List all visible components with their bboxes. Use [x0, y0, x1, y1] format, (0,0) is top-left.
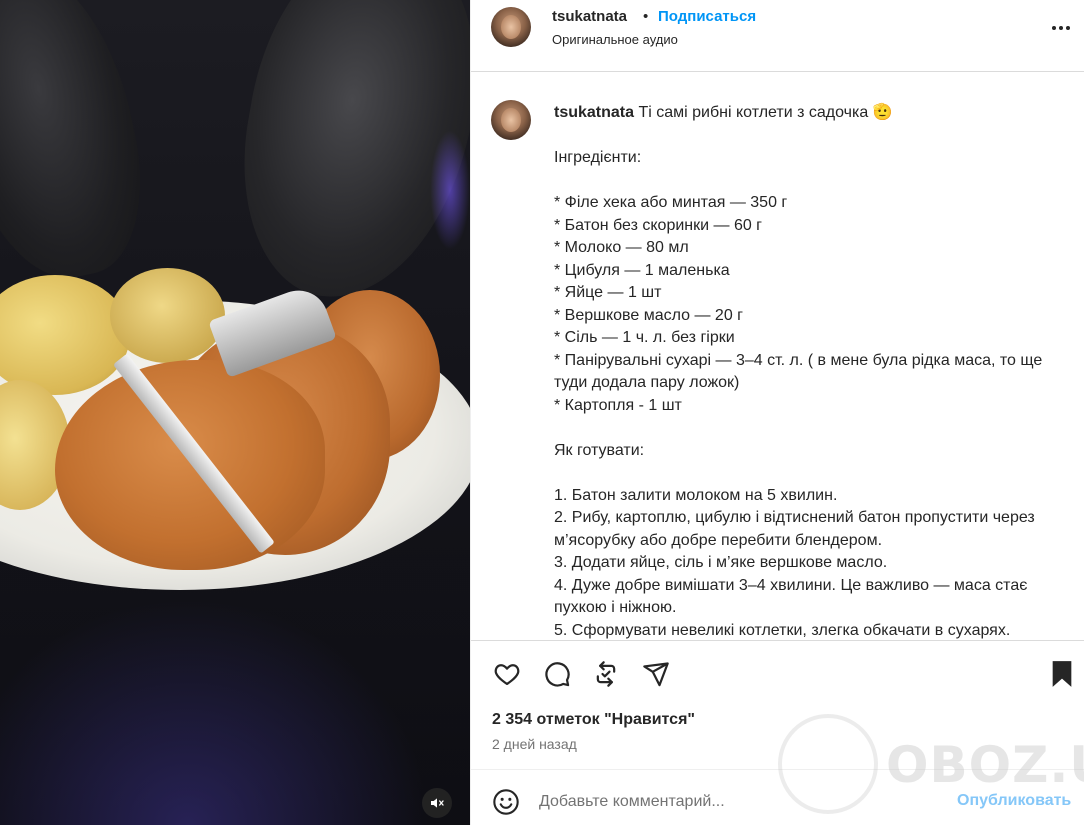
share-button[interactable]	[641, 659, 671, 689]
actions-section: 2 354 отметок "Нравится" 2 дней назад Оп…	[471, 640, 1084, 825]
caption-line: Як готувати:	[554, 441, 645, 459]
caption-line: 4. Дуже добре вимішати 3–4 хвилини. Це в…	[554, 576, 1032, 617]
mute-button[interactable]	[422, 788, 452, 818]
caption-section: tsukatnata Ті самі рибні котлети з садоч…	[471, 73, 1084, 639]
post-side-panel: tsukatnata • Подписаться Оригинальное ау…	[470, 0, 1084, 825]
post-media-video[interactable]	[0, 0, 470, 825]
like-button[interactable]	[492, 659, 522, 689]
audio-link[interactable]: Оригинальное аудио	[552, 32, 678, 47]
caption-username[interactable]: tsukatnata	[554, 104, 634, 121]
black-glove-left	[0, 0, 162, 295]
heart-icon	[494, 664, 520, 686]
fish-cutlet	[55, 360, 325, 570]
caption-line: * Батон без скоринки — 60 г	[554, 216, 763, 234]
purple-light	[430, 130, 470, 250]
post-header: tsukatnata • Подписаться Оригинальное ау…	[471, 0, 1084, 72]
repost-button[interactable]	[591, 659, 621, 689]
caption-text: tsukatnata Ті самі рибні котлети з садоч…	[554, 102, 1079, 639]
avatar[interactable]	[491, 7, 531, 47]
caption-title: Ті самі рибні котлети з садочка 🫡	[638, 104, 893, 121]
share-icon	[643, 662, 669, 687]
caption-line: * Сіль — 1 ч. л. без гірки	[554, 329, 735, 346]
caption-line: * Картопля - 1 шт	[554, 396, 682, 414]
caption-line: 1. Батон залити молоком на 5 хвилин.	[554, 486, 838, 504]
muted-speaker-icon	[431, 798, 444, 808]
caption-line: * Панірувальні сухарі — 3–4 ст. л. ( в м…	[554, 351, 1047, 392]
comment-button[interactable]	[542, 659, 572, 689]
caption-line: 5. Сформувати невеликі котлетки, злегка …	[554, 621, 1011, 639]
follow-button[interactable]: Подписаться	[658, 8, 756, 25]
more-icon	[1052, 26, 1056, 30]
save-button[interactable]	[1047, 659, 1077, 689]
caption-line: 2. Рибу, картоплю, цибулю і відтиснений …	[554, 509, 1040, 549]
caption-line: * Вершкове масло — 20 г	[554, 306, 743, 324]
avatar[interactable]	[491, 100, 531, 140]
publish-button[interactable]: Опубликовать	[957, 792, 1071, 810]
caption-line: * Цибуля — 1 маленька	[554, 261, 730, 279]
bookmark-icon	[1052, 661, 1072, 687]
table-reflection	[0, 560, 470, 825]
emoji-icon	[493, 789, 519, 815]
caption-line: * Молоко — 80 мл	[554, 239, 689, 256]
comment-icon	[545, 662, 570, 687]
likes-count[interactable]: 2 354 отметок "Нравится"	[492, 711, 695, 729]
emoji-button[interactable]	[491, 787, 521, 817]
author-username[interactable]: tsukatnata	[552, 8, 627, 25]
separator-dot: •	[643, 8, 649, 25]
caption-line: 3. Додати яйце, сіль і м’яке вершкове ма…	[554, 554, 888, 571]
repost-icon	[596, 661, 616, 687]
comment-input[interactable]	[539, 790, 939, 814]
post-date[interactable]: 2 дней назад	[492, 736, 577, 752]
comment-bar: Опубликовать	[471, 769, 1084, 825]
more-options-button[interactable]	[1049, 18, 1073, 38]
caption-line: * Яйце — 1 шт	[554, 284, 662, 301]
caption-line: * Філе хека або минтая — 350 г	[554, 194, 788, 211]
caption-line: Інгредієнти:	[554, 149, 642, 166]
